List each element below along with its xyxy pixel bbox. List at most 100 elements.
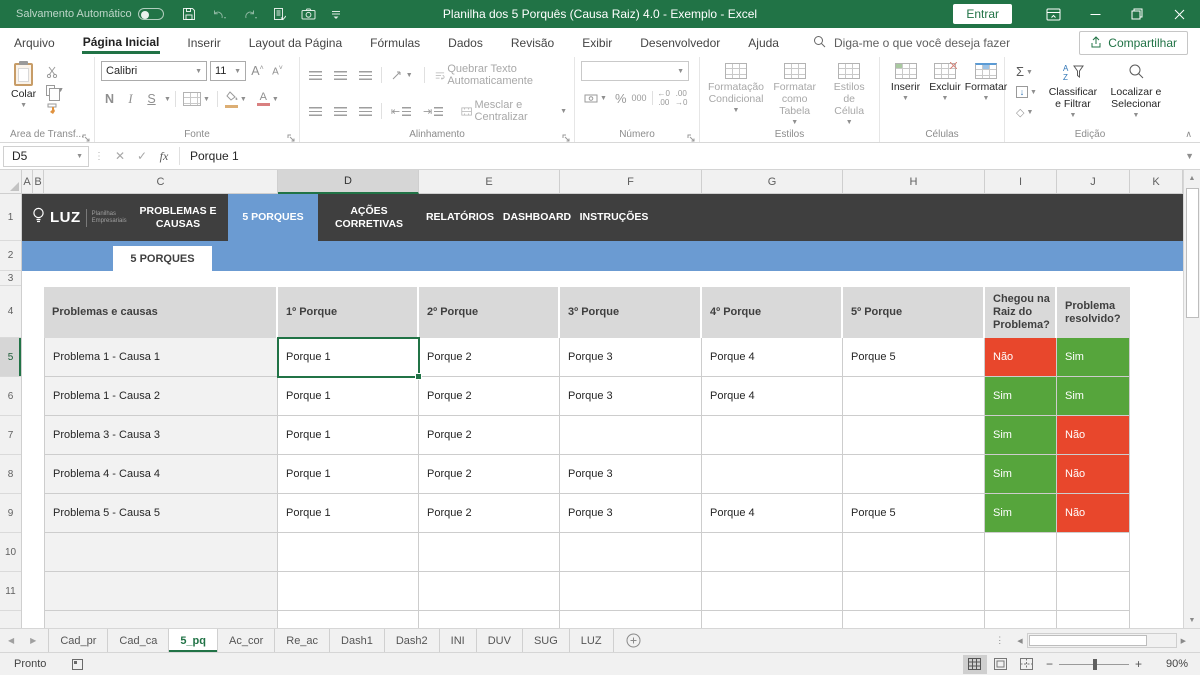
ribbon-display-options-button[interactable]: [1032, 0, 1074, 28]
cell[interactable]: [278, 611, 419, 628]
print-preview-button[interactable]: [273, 7, 286, 21]
row-header[interactable]: 3: [0, 271, 21, 286]
vertical-scroll-thumb[interactable]: [1186, 188, 1199, 318]
customize-toolbar-button[interactable]: [331, 9, 341, 20]
column-header[interactable]: G: [702, 170, 843, 194]
expand-formula-bar-button[interactable]: ▼: [1185, 151, 1194, 161]
cut-button[interactable]: [43, 64, 67, 80]
align-middle-button[interactable]: [331, 69, 350, 82]
cell[interactable]: [419, 572, 560, 611]
cell[interactable]: [44, 533, 278, 572]
share-button[interactable]: Compartilhar: [1079, 31, 1188, 55]
nav-item-5-porques[interactable]: 5 PORQUES: [228, 194, 318, 241]
sheet-tab-dash1[interactable]: Dash1: [330, 629, 385, 652]
cell[interactable]: Porque 1: [278, 494, 419, 533]
cell[interactable]: [44, 611, 278, 628]
format-painter-button[interactable]: [43, 101, 67, 117]
cell[interactable]: Problema 5 - Causa 5: [44, 494, 278, 533]
zoom-in-button[interactable]: +: [1129, 657, 1148, 671]
cell[interactable]: Porque 3: [560, 338, 702, 377]
tab-dados[interactable]: Dados: [434, 28, 497, 57]
new-sheet-button[interactable]: [626, 633, 641, 648]
nav-item-relatorios[interactable]: RELATÓRIOS: [420, 194, 500, 241]
cell-resolvido[interactable]: Não: [1057, 455, 1130, 494]
nav-item-acoes-corretivas[interactable]: AÇÕES CORRETIVAS: [318, 194, 420, 241]
formula-bar-value[interactable]: Porque 1: [190, 149, 239, 163]
cell[interactable]: [702, 611, 843, 628]
sheet-tab-cad-pr[interactable]: Cad_pr: [49, 629, 108, 652]
cell[interactable]: [702, 455, 843, 494]
cell-selected[interactable]: Porque 1: [278, 338, 419, 377]
save-button[interactable]: [182, 7, 196, 21]
cell[interactable]: [843, 533, 985, 572]
name-box-dropdown-arrow[interactable]: ▼: [76, 153, 83, 160]
cell-styles-button[interactable]: Estilos de Célula▼: [823, 61, 875, 128]
sheet-tab-sug[interactable]: SUG: [523, 629, 570, 652]
increase-font-button[interactable]: A˄: [249, 63, 266, 79]
conditional-formatting-button[interactable]: Formatação Condicional▼: [706, 61, 766, 116]
align-center-button[interactable]: [331, 105, 350, 118]
align-top-button[interactable]: [306, 69, 325, 82]
sign-in-button[interactable]: Entrar: [953, 4, 1012, 24]
sheet-tab-cad-ca[interactable]: Cad_ca: [108, 629, 169, 652]
borders-button[interactable]: ▼: [180, 90, 213, 108]
align-bottom-button[interactable]: [356, 69, 375, 82]
subtab-5-porques[interactable]: 5 PORQUES: [113, 246, 212, 271]
font-dialog-launcher[interactable]: [287, 131, 295, 139]
page-layout-view-button[interactable]: [989, 655, 1013, 674]
scroll-up-button[interactable]: ▲: [1184, 170, 1200, 186]
cell[interactable]: Porque 2: [419, 494, 560, 533]
scroll-left-button[interactable]: ◀: [1013, 637, 1026, 645]
find-select-button[interactable]: Localizar e Selecionar▼: [1104, 61, 1168, 121]
table-header-cell[interactable]: 5º Porque: [843, 287, 985, 338]
cell[interactable]: [278, 572, 419, 611]
column-header[interactable]: H: [843, 170, 985, 194]
delete-cells-button[interactable]: Excluir▼: [925, 61, 965, 104]
cell[interactable]: [843, 611, 985, 628]
cell-raiz[interactable]: Sim: [985, 416, 1057, 455]
clear-button[interactable]: ◇▼: [1013, 104, 1040, 121]
cell-raiz[interactable]: Não: [985, 338, 1057, 377]
format-cells-button[interactable]: Formatar▼: [965, 61, 1007, 104]
horizontal-scrollbar[interactable]: ◀ ▶: [1013, 633, 1190, 648]
row-header[interactable]: 4: [0, 286, 21, 338]
cell[interactable]: [702, 572, 843, 611]
accounting-format-button[interactable]: ▼: [581, 91, 610, 106]
cancel-entry-button[interactable]: ✕: [109, 149, 131, 163]
format-as-table-button[interactable]: Formatar como Tabela▼: [766, 61, 823, 128]
cell-resolvido[interactable]: Não: [1057, 416, 1130, 455]
cell[interactable]: Porque 2: [419, 455, 560, 494]
close-button[interactable]: [1158, 0, 1200, 28]
cell[interactable]: [985, 611, 1057, 628]
sheet-tab-ac-cor[interactable]: Ac_cor: [218, 629, 275, 652]
row-header[interactable]: 1: [0, 194, 21, 241]
align-left-button[interactable]: [306, 105, 325, 118]
row-header[interactable]: 11: [0, 572, 21, 611]
cell-resolvido[interactable]: Sim: [1057, 377, 1130, 416]
tab-inserir[interactable]: Inserir: [173, 28, 234, 57]
nav-item-dashboard[interactable]: DASHBOARD: [500, 194, 574, 241]
cell[interactable]: Porque 3: [560, 494, 702, 533]
font-color-button[interactable]: A▼: [254, 90, 282, 108]
vertical-scrollbar[interactable]: ▲ ▼: [1183, 170, 1200, 628]
horizontal-scroll-thumb[interactable]: [1029, 635, 1147, 646]
table-header-cell[interactable]: Problemas e causas: [44, 287, 278, 338]
column-header[interactable]: B: [33, 170, 44, 194]
tab-revisao[interactable]: Revisão: [497, 28, 568, 57]
sheet-tab-dash2[interactable]: Dash2: [385, 629, 440, 652]
cell[interactable]: Problema 4 - Causa 4: [44, 455, 278, 494]
cell-raiz[interactable]: Sim: [985, 377, 1057, 416]
row-header[interactable]: 9: [0, 494, 21, 533]
tab-arquivo[interactable]: Arquivo: [0, 28, 69, 57]
cell[interactable]: Porque 3: [560, 377, 702, 416]
row-header[interactable]: [0, 611, 21, 628]
insert-function-button[interactable]: fx: [153, 149, 175, 164]
normal-view-button[interactable]: [963, 655, 987, 674]
merge-center-button[interactable]: Mesclar e Centralizar ▼: [458, 97, 570, 125]
cell[interactable]: [985, 533, 1057, 572]
clipboard-dialog-launcher[interactable]: [82, 131, 90, 139]
row-header[interactable]: 10: [0, 533, 21, 572]
sheet-tab-luz[interactable]: LUZ: [570, 629, 614, 652]
confirm-entry-button[interactable]: ✓: [131, 149, 153, 163]
nav-item-instrucoes[interactable]: INSTRUÇÕES: [574, 194, 654, 241]
